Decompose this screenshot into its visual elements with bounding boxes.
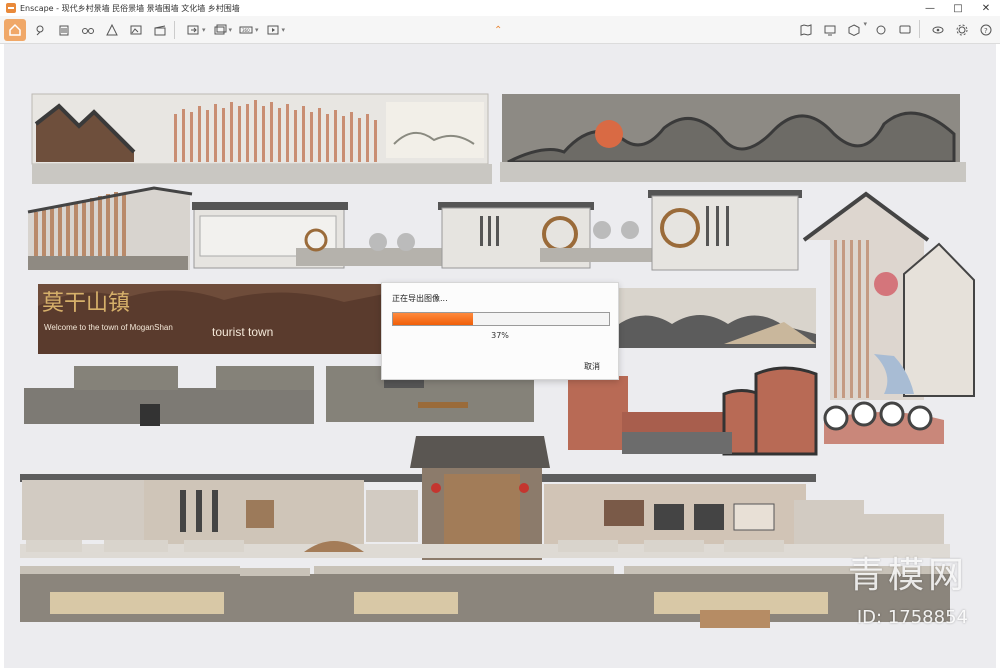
help-button[interactable]: ? [976, 20, 996, 40]
round-window-wall [823, 401, 944, 444]
chevron-down-icon[interactable]: ▾ [202, 26, 206, 34]
svg-text:?: ? [984, 27, 988, 35]
minimize-button[interactable]: — [916, 0, 944, 16]
chevron-down-icon[interactable]: ▾ [863, 20, 867, 40]
chevron-down-icon[interactable]: ▾ [255, 26, 259, 34]
landscape-button[interactable] [126, 20, 146, 40]
gabion-wall-left [24, 366, 314, 426]
planters-and-ground-wall [20, 540, 950, 628]
eye-icon [932, 26, 944, 34]
window-wall-left [192, 202, 444, 269]
progress-bar-fill [393, 313, 473, 325]
wooden-slat-wall [27, 186, 193, 270]
progress-percent: 37% [491, 331, 509, 340]
cancel-button[interactable]: 取消 [584, 361, 600, 372]
view-button[interactable] [102, 20, 122, 40]
svg-text:360: 360 [242, 28, 250, 33]
view-icon [106, 23, 118, 35]
maximize-button[interactable]: □ [944, 0, 972, 16]
export-progress-dialog: 正在导出图像... 37% 取消 [381, 282, 619, 380]
watermark-id: ID: 1758854 [856, 607, 968, 628]
batch-render-button[interactable] [210, 20, 230, 40]
export-image-icon [187, 25, 199, 34]
home-button[interactable] [4, 18, 26, 41]
moganshan-sign-wall: 莫干山镇 Welcome to the town of MoganShan to… [38, 284, 384, 354]
toolbar-separator [174, 20, 175, 39]
eye-button[interactable] [928, 20, 948, 40]
pin-button[interactable] [30, 20, 50, 40]
wheel-wall-right [648, 190, 802, 271]
cube-button[interactable] [844, 20, 864, 40]
settings-button[interactable] [952, 20, 972, 40]
settings-icon [956, 24, 968, 36]
watermark-brand: 青模网 [847, 555, 968, 596]
export-video-icon [267, 25, 279, 34]
sync-icon [876, 25, 886, 35]
panorama-icon: 360 [239, 26, 253, 33]
home-icon [9, 23, 21, 36]
sign-tourist-text: tourist town [212, 325, 273, 339]
screen-button[interactable] [820, 20, 840, 40]
chevron-down-icon[interactable]: ▾ [229, 26, 233, 34]
screen-icon [824, 25, 836, 36]
house-shaped-wall [802, 191, 975, 400]
sign-welcome-text: Welcome to the town of MoganShan [44, 323, 173, 332]
landscape-icon [130, 25, 142, 34]
window-controls: — □ ✕ [916, 0, 1000, 16]
bin-icon [59, 25, 69, 35]
enscape-logo-icon [6, 3, 16, 13]
mountain-mural-wall [31, 93, 492, 184]
binoculars-button[interactable] [78, 20, 98, 40]
chevron-up-icon[interactable]: ⌃ [494, 25, 502, 36]
export-image-button[interactable] [183, 20, 203, 40]
toolbar-separator [919, 20, 920, 38]
toolbar-right-group: ▾ ? [792, 20, 996, 40]
binoculars-icon [82, 27, 94, 34]
chevron-down-icon[interactable]: ▾ [282, 26, 286, 34]
map-button[interactable] [796, 20, 816, 40]
export-video-button[interactable] [263, 20, 283, 40]
window-title: Enscape - 现代乡村景墙 民俗景墙 景墙围墙 文化墙 乡村围墙 [20, 3, 240, 13]
cube-icon [848, 24, 860, 37]
stone-wave-wall [500, 94, 966, 182]
pin-icon [36, 25, 44, 35]
clapper-button[interactable] [150, 20, 170, 40]
map-icon [800, 24, 812, 36]
chat-icon [899, 25, 911, 34]
sync-button[interactable] [871, 20, 891, 40]
wave-rock-wall [616, 288, 816, 348]
bin-button[interactable] [54, 20, 74, 40]
batch-render-icon [214, 24, 227, 34]
title-bar: Enscape - 现代乡村景墙 民俗景墙 景墙围墙 文化墙 乡村围墙 — □ … [0, 0, 1000, 16]
panorama-button[interactable]: 360 [236, 20, 256, 40]
close-button[interactable]: ✕ [972, 0, 1000, 16]
clapper-icon [154, 25, 166, 35]
help-icon: ? [980, 24, 992, 36]
chat-button[interactable] [895, 20, 915, 40]
progress-bar [392, 312, 610, 326]
toolbar: ▾ ▾ 360 ▾ ▾ ⌃ ▾ ? [0, 16, 1000, 44]
wheel-wall-middle [438, 202, 680, 269]
sign-calligraphy: 莫干山镇 [42, 291, 130, 316]
brick-arch-wall [568, 366, 818, 456]
dialog-title: 正在导出图像... [392, 294, 448, 303]
